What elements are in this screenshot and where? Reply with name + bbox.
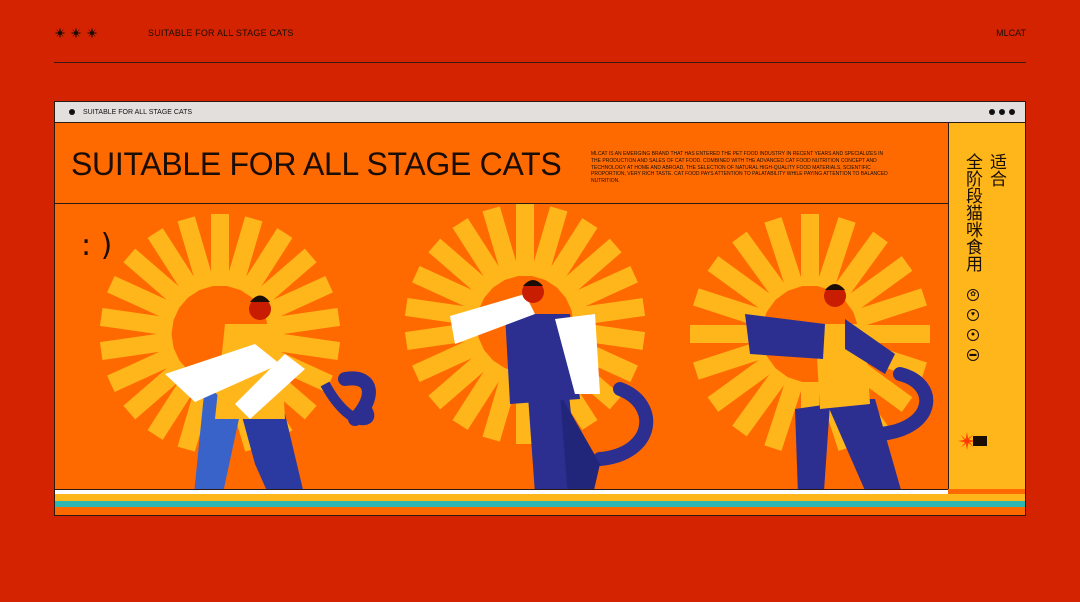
dancing-cats-illustration bbox=[99, 204, 934, 489]
bone-icon: ▬ bbox=[967, 349, 979, 361]
top-bar: SUITABLE FOR ALL STAGE CATS MLCAT bbox=[54, 22, 1026, 44]
window-title-bar: SUITABLE FOR ALL STAGE CATS bbox=[55, 102, 1025, 123]
flower-icon bbox=[70, 27, 82, 39]
logo-mark-icon bbox=[958, 432, 987, 450]
smiley-text: : ) bbox=[81, 228, 113, 263]
stripe bbox=[55, 494, 1025, 501]
dot-icon bbox=[69, 109, 75, 115]
window-controls[interactable] bbox=[989, 109, 1015, 115]
flower-icon bbox=[86, 27, 98, 39]
heart-icon: ♥ bbox=[967, 309, 979, 321]
poster-window: SUITABLE FOR ALL STAGE CATS SUITABLE FOR… bbox=[54, 101, 1026, 516]
window-title: SUITABLE FOR ALL STAGE CATS bbox=[83, 108, 193, 116]
dot-icon[interactable] bbox=[989, 109, 995, 115]
dot-icon[interactable] bbox=[999, 109, 1005, 115]
leaf-icon: ✿ bbox=[967, 289, 979, 301]
flower-icon bbox=[54, 27, 66, 39]
side-label-line2: 全阶段猫咪食用 bbox=[962, 153, 982, 272]
side-label-line1: 适合 bbox=[986, 153, 1006, 187]
dot-icon[interactable] bbox=[1009, 109, 1015, 115]
flower-icons bbox=[54, 27, 148, 39]
stripe bbox=[55, 507, 1025, 515]
brand-description: MLCAT IS AN EMERGING BRAND THAT HAS ENTE… bbox=[591, 151, 888, 184]
top-title: SUITABLE FOR ALL STAGE CATS bbox=[148, 28, 294, 38]
divider bbox=[54, 62, 1026, 63]
brand-name: MLCAT bbox=[996, 28, 1026, 38]
headline: SUITABLE FOR ALL STAGE CATS bbox=[71, 146, 562, 182]
paw-icon: ● bbox=[967, 329, 979, 341]
side-panel: 适合 全阶段猫咪食用 ✿ ♥ ● ▬ bbox=[948, 123, 1025, 489]
